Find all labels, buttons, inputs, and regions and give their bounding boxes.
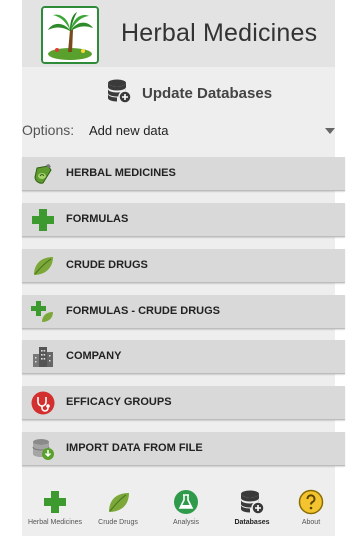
options-selected-value: Add new data (89, 123, 169, 138)
green-cross-icon (31, 208, 55, 232)
building-icon (31, 345, 55, 369)
menu-item-label: IMPORT DATA FROM FILE (66, 442, 203, 454)
nav-label: Analysis (172, 519, 200, 526)
green-cross-icon (42, 489, 68, 515)
menu-item-label: FORMULAS (66, 213, 129, 225)
database-update-icon (106, 78, 132, 109)
app-header: Herbal Medicines (22, 0, 335, 67)
menu-item-label: CRUDE DRUGS (66, 259, 148, 271)
leaf-icon (31, 254, 55, 278)
nav-analysis[interactable]: Analysis (156, 487, 216, 531)
question-icon (298, 489, 324, 515)
nav-crude-drugs[interactable]: Crude Drugs (90, 487, 146, 531)
app-container: Herbal Medicines Update Databases Option… (22, 0, 345, 536)
menu-item-label: COMPANY (66, 350, 122, 362)
leaf-icon (105, 489, 131, 515)
nav-label: Crude Drugs (98, 519, 138, 526)
options-label: Options: (22, 122, 75, 138)
nav-databases[interactable]: Databases (222, 487, 282, 531)
stethoscope-icon (31, 391, 55, 415)
app-title: Herbal Medicines (121, 19, 318, 47)
menu-item-label: FORMULAS - CRUDE DRUGS (66, 305, 220, 317)
herbal-bottle-icon (31, 162, 55, 186)
menu-item-efficacy-groups[interactable]: EFFICACY GROUPS (22, 386, 345, 420)
options-dropdown[interactable]: Options: Add new data (22, 118, 335, 144)
update-databases-label: Update Databases (142, 84, 273, 102)
app-logo (41, 6, 99, 64)
menu-item-import-data[interactable]: IMPORT DATA FROM FILE (22, 432, 345, 466)
menu-item-company[interactable]: COMPANY (22, 340, 345, 374)
database-import-icon (31, 437, 55, 461)
chevron-down-icon (325, 128, 335, 134)
nav-about[interactable]: About (288, 487, 334, 531)
update-databases-button[interactable]: Update Databases (106, 78, 273, 109)
menu-item-crude-drugs[interactable]: CRUDE DRUGS (22, 249, 345, 283)
menu-item-label: EFFICACY GROUPS (66, 396, 172, 408)
nav-herbal-medicines[interactable]: Herbal Medicines (22, 487, 88, 531)
flask-icon (173, 489, 199, 515)
nav-label: Databases (234, 519, 270, 526)
bottom-navigation: Herbal Medicines Crude Drugs Analysis Da… (22, 487, 335, 536)
menu-item-label: HERBAL MEDICINES (66, 167, 176, 179)
database-icon (239, 489, 265, 515)
nav-label: Herbal Medicines (27, 519, 83, 526)
menu-item-formulas[interactable]: FORMULAS (22, 203, 345, 237)
nav-label: About (301, 519, 321, 526)
menu-item-herbal-medicines[interactable]: HERBAL MEDICINES (22, 157, 345, 191)
menu-item-formulas-crude-drugs[interactable]: FORMULAS - CRUDE DRUGS (22, 295, 345, 329)
cross-leaf-icon (31, 300, 55, 324)
